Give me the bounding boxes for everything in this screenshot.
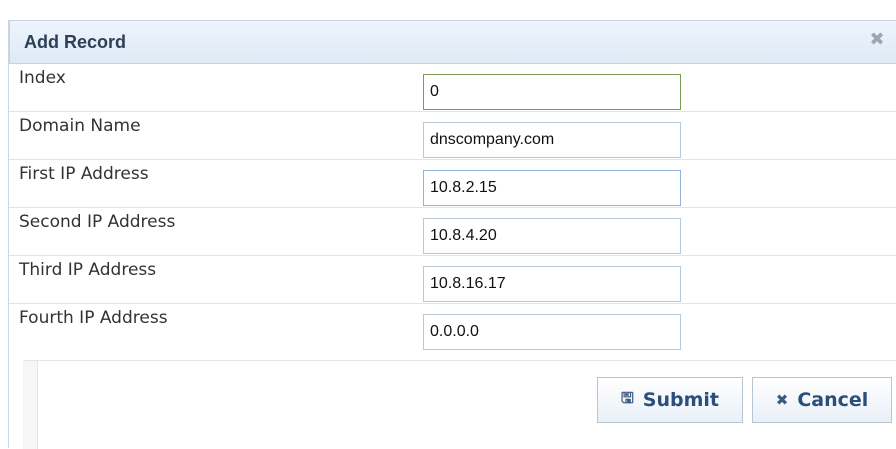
third-ip-row: Third IP Address (9, 256, 896, 304)
cancel-label: Cancel (797, 389, 869, 411)
submit-button[interactable]: 🖫 Submit (597, 377, 743, 423)
third-ip-input[interactable] (423, 266, 681, 302)
close-icon[interactable]: ✖ (866, 29, 888, 51)
submit-label: Submit (642, 389, 719, 411)
fourth-ip-label: Fourth IP Address (19, 308, 168, 328)
dialog-header: Add Record ✖ (9, 20, 896, 64)
index-input[interactable] (423, 74, 681, 110)
cancel-button[interactable]: ✖ Cancel (752, 377, 892, 423)
first-ip-input[interactable] (423, 170, 681, 206)
fourth-ip-input[interactable] (423, 314, 681, 350)
dialog-title: Add Record (24, 32, 127, 52)
fourth-ip-row: Fourth IP Address (9, 304, 896, 352)
first-ip-label: First IP Address (19, 164, 149, 184)
dialog-footer: 🖫 Submit ✖ Cancel (23, 360, 896, 449)
cancel-icon: ✖ (775, 391, 789, 409)
index-label: Index (19, 68, 66, 88)
first-ip-row: First IP Address (9, 160, 896, 208)
domain-name-row: Domain Name (9, 112, 896, 160)
third-ip-label: Third IP Address (19, 260, 157, 280)
second-ip-input[interactable] (423, 218, 681, 254)
domain-name-label: Domain Name (19, 116, 141, 136)
add-record-dialog: Add Record ✖ Index Domain Name First IP … (8, 20, 896, 449)
index-row: Index (9, 64, 896, 112)
save-icon: 🖫 (621, 388, 634, 407)
domain-name-input[interactable] (423, 122, 681, 158)
second-ip-label: Second IP Address (19, 212, 176, 232)
button-bar: 🖫 Submit ✖ Cancel (37, 361, 896, 449)
second-ip-row: Second IP Address (9, 208, 896, 256)
